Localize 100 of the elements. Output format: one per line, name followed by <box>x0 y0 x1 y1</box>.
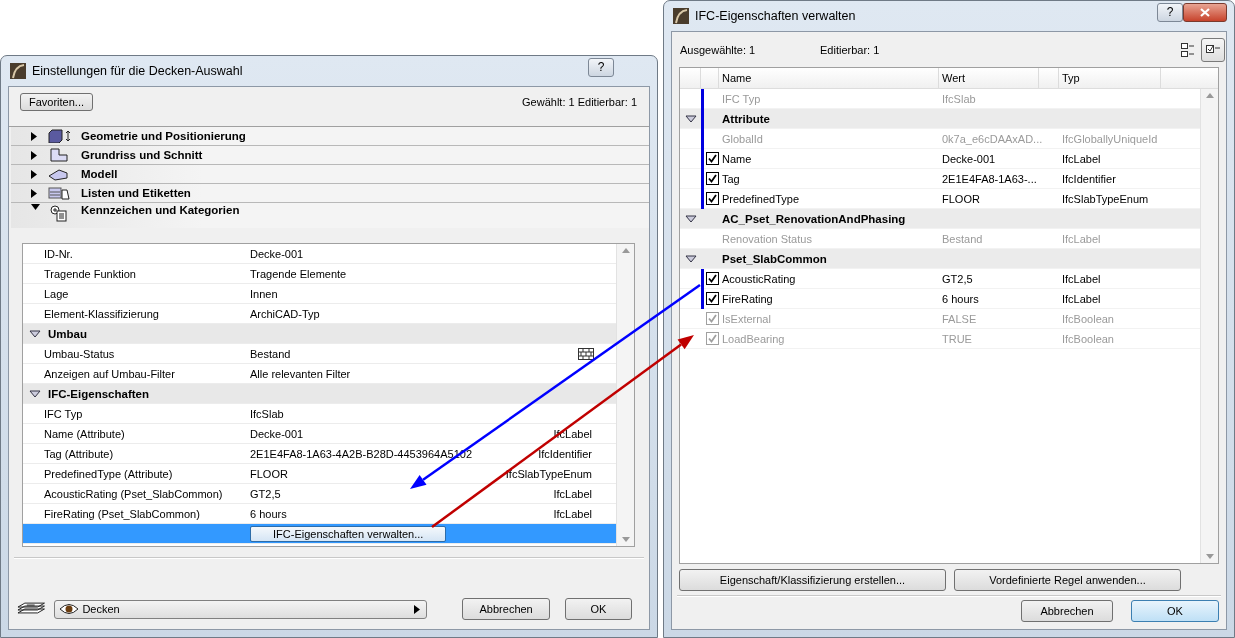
list-icon <box>47 186 73 200</box>
window-title: Einstellungen für die Decken-Auswahl <box>32 64 244 78</box>
property-name: IsExternal <box>722 312 771 325</box>
help-button[interactable]: ? <box>1157 2 1183 22</box>
property-name: GlobalId <box>722 132 763 145</box>
property-value: FALSE <box>942 312 977 325</box>
scroll-down-icon[interactable] <box>621 537 630 542</box>
layer-dropdown[interactable]: Decken <box>54 599 428 619</box>
column-header[interactable]: Typ <box>1059 68 1161 88</box>
collapse-arrow-icon[interactable] <box>29 329 41 338</box>
property-type: IfcGloballyUniqueId <box>1062 132 1158 145</box>
group-label: Umbau <box>48 327 87 340</box>
collapse-arrow-icon[interactable] <box>684 114 697 123</box>
property-value: Decke-001 <box>250 247 304 260</box>
ok-button[interactable]: OK <box>1131 600 1219 622</box>
property-type: IfcIdentifier <box>1062 172 1116 185</box>
caret-icon <box>414 604 421 614</box>
property-name: Tag <box>722 172 740 185</box>
checkbox[interactable] <box>706 192 719 205</box>
scroll-up-icon[interactable] <box>1205 93 1214 98</box>
section-header[interactable]: Kennzeichen und Kategorien <box>11 203 649 228</box>
property-label: Element-Klassifizierung <box>44 307 160 320</box>
group-label: IFC-Eigenschaften <box>48 387 149 400</box>
checkbox[interactable] <box>706 172 719 185</box>
scrollbar[interactable] <box>616 244 634 546</box>
property-value: Innen <box>250 287 278 300</box>
property-type: IfcLabel <box>1062 292 1101 305</box>
scroll-down-icon[interactable] <box>1205 554 1214 559</box>
property-label: ID-Nr. <box>44 247 74 260</box>
property-value: IfcSlab <box>250 407 284 420</box>
property-name: AcousticRating <box>722 272 796 285</box>
cancel-button[interactable]: Abbrechen <box>1021 600 1113 622</box>
property-value: Alle relevanten Filter <box>250 367 351 380</box>
property-value: IfcSlab <box>942 92 976 105</box>
property-label: FireRating (Pset_SlabCommon) <box>44 507 201 520</box>
collapse-arrow-icon[interactable] <box>29 389 41 398</box>
checkbox[interactable] <box>706 152 719 165</box>
property-type: IfcLabel <box>1062 152 1101 165</box>
ok-button[interactable]: OK <box>564 598 632 620</box>
section-header[interactable]: Geometrie und Positionierung <box>11 127 649 146</box>
tree-view-icon <box>1180 42 1196 58</box>
group-label: Attribute <box>722 112 770 125</box>
property-name: FireRating <box>722 292 773 305</box>
layers-icon <box>17 601 47 617</box>
property-type: IfcIdentifier <box>538 447 593 460</box>
property-value: FLOOR <box>250 467 288 480</box>
property-name: Renovation Status <box>722 232 812 245</box>
column-header[interactable]: Name <box>719 68 939 88</box>
section-header[interactable]: Modell <box>11 165 649 184</box>
property-name: Name <box>722 152 752 165</box>
property-value: ArchiCAD-Typ <box>250 307 320 320</box>
selected-count: Ausgewählte: 1 <box>680 44 756 56</box>
property-type: IfcLabel <box>553 487 593 500</box>
section-header[interactable]: Grundriss und Schnitt <box>11 146 649 165</box>
close-icon <box>1200 7 1210 17</box>
manage-ifc-button[interactable]: IFC-Eigenschaften verwalten... <box>250 525 447 542</box>
collapse-arrow-icon[interactable] <box>684 254 697 263</box>
property-label: PredefinedType (Attribute) <box>44 467 174 480</box>
eye-icon <box>59 603 80 615</box>
checkbox[interactable] <box>706 272 719 285</box>
property-type: IfcBoolean <box>1062 332 1114 345</box>
cancel-button[interactable]: Abbrechen <box>462 598 550 620</box>
property-name: LoadBearing <box>722 332 785 345</box>
property-name: PredefinedType <box>722 192 800 205</box>
property-value: Decke-001 <box>942 152 996 165</box>
group-label: AC_Pset_RenovationAndPhasing <box>722 212 906 225</box>
property-label: IFC Typ <box>44 407 84 420</box>
property-type: IfcSlabTypeEnum <box>505 467 593 480</box>
checklist-icon <box>1205 44 1221 56</box>
checkbox[interactable] <box>706 292 719 305</box>
property-label: AcousticRating (Pset_SlabCommon) <box>44 487 224 500</box>
close-button[interactable] <box>1183 2 1227 22</box>
apply-rule-button[interactable]: Vordefinierte Regel anwenden... <box>954 569 1181 591</box>
section-header[interactable]: Listen und Etiketten <box>11 184 649 203</box>
property-value: 6 hours <box>250 507 287 520</box>
property-value: TRUE <box>942 332 972 345</box>
window-title: IFC-Eigenschaften verwalten <box>695 9 857 23</box>
property-value: Decke-001 <box>250 427 304 440</box>
property-value: FLOOR <box>942 192 980 205</box>
help-button[interactable]: ? <box>588 57 614 77</box>
collapse-arrow-icon[interactable] <box>684 214 697 223</box>
property-type: IfcLabel <box>553 507 593 520</box>
property-type: IfcBoolean <box>1062 312 1114 325</box>
scroll-up-icon[interactable] <box>621 248 630 253</box>
property-value: Bestand <box>250 347 291 360</box>
property-value: 6 hours <box>942 292 979 305</box>
favorites-button[interactable]: Favoriten... <box>20 93 94 111</box>
property-value: GT2,5 <box>942 272 973 285</box>
property-value: GT2,5 <box>250 487 281 500</box>
property-type: IfcSlabTypeEnum <box>1062 192 1149 205</box>
checklist-view-button[interactable] <box>1201 38 1225 62</box>
property-label: Tag (Attribute) <box>44 447 115 460</box>
property-value: 2E1E4FA8-1A63-... <box>942 172 1037 185</box>
property-label: Name (Attribute) <box>44 427 126 440</box>
brick-wall-icon <box>578 347 594 360</box>
column-header[interactable]: Wert <box>939 68 1039 88</box>
collapse-arrow-icon[interactable] <box>31 204 40 210</box>
create-property-button[interactable]: Eigenschaft/Klassifizierung erstellen... <box>679 569 946 591</box>
property-label: Tragende Funktion <box>44 267 137 280</box>
property-type: IfcLabel <box>1062 272 1101 285</box>
